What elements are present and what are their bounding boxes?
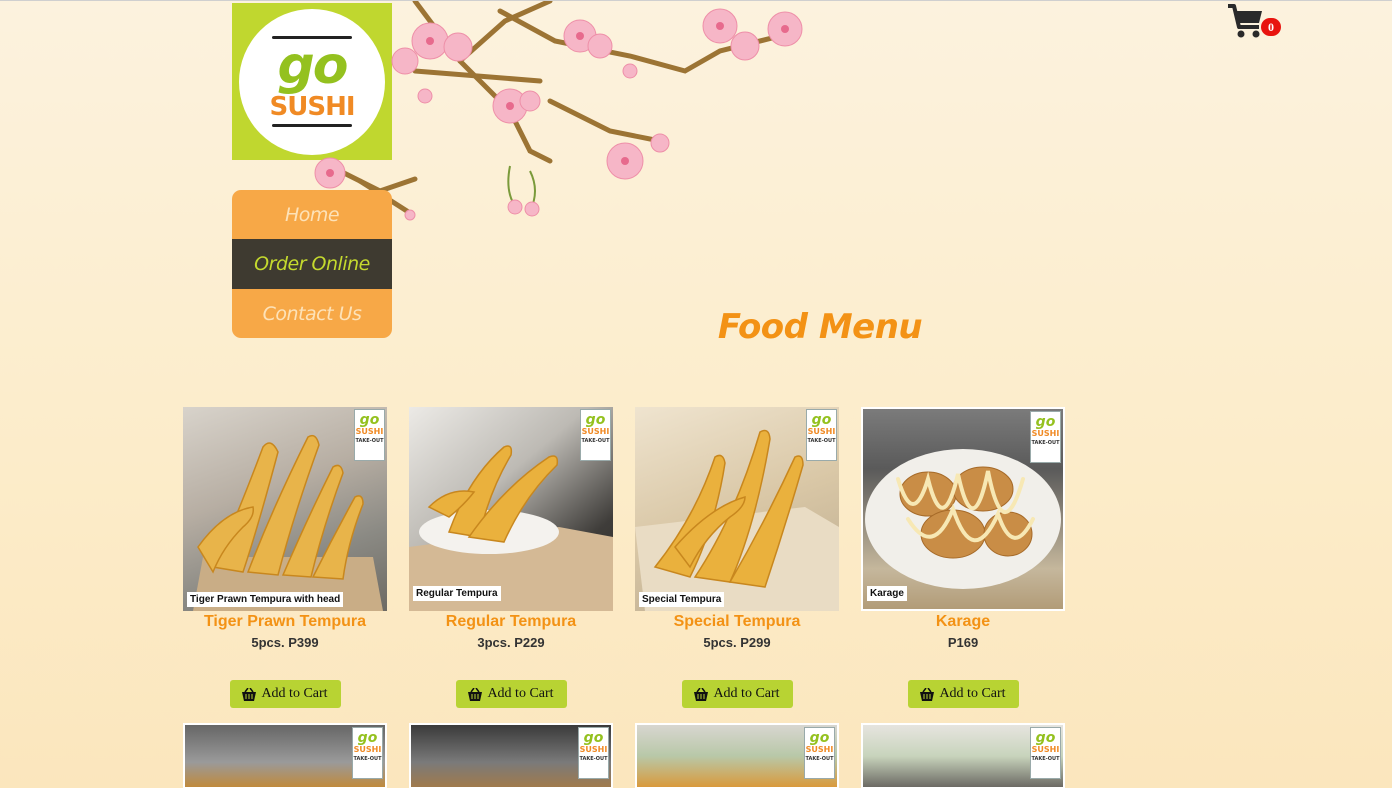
menu-card: go SUSHI TAKE-OUT Tiger Prawn Tempura wi…: [183, 407, 387, 708]
nav-home[interactable]: Home: [232, 190, 392, 239]
menu-card: go SUSHI TAKE-OUT Regular Tempura Regula…: [409, 407, 613, 708]
add-to-cart-label: Add to Cart: [261, 686, 328, 701]
image-caption: Special Tempura: [639, 592, 725, 607]
nav-contact-us[interactable]: Contact Us: [232, 289, 392, 338]
menu-card: go SUSHI TAKE-OUT: [409, 723, 613, 788]
image-caption: Regular Tempura: [413, 586, 501, 601]
food-image[interactable]: go SUSHI TAKE-OUT: [861, 723, 1065, 788]
food-image[interactable]: go SUSHI TAKE-OUT Tiger Prawn Tempura wi…: [183, 407, 387, 611]
page-title: Food Menu: [717, 307, 923, 347]
menu-card: go SUSHI TAKE-OUT Special Tempura Specia…: [635, 407, 839, 708]
add-to-cart-button[interactable]: Add to Cart: [907, 680, 1019, 708]
go-sushi-stamp: go SUSHI TAKE-OUT: [354, 409, 385, 461]
go-sushi-stamp: go SUSHI TAKE-OUT: [1030, 727, 1061, 779]
go-sushi-stamp: go SUSHI TAKE-OUT: [806, 409, 837, 461]
go-sushi-stamp: go SUSHI TAKE-OUT: [580, 409, 611, 461]
menu-card: go SUSHI TAKE-OUT: [183, 723, 387, 788]
item-name: Tiger Prawn Tempura: [203, 613, 367, 630]
basket-icon: [242, 687, 257, 701]
item-name: Karage: [935, 613, 991, 630]
basket-icon: [468, 687, 483, 701]
menu-card: go SUSHI TAKE-OUT Karage Karage P169 Add…: [861, 407, 1065, 708]
menu-card: go SUSHI TAKE-OUT: [861, 723, 1065, 788]
basket-icon: [920, 687, 935, 701]
cart-icon: [1228, 4, 1262, 38]
food-image[interactable]: go SUSHI TAKE-OUT: [183, 723, 387, 788]
item-price: P169: [947, 635, 979, 650]
image-caption: Tiger Prawn Tempura with head: [187, 592, 344, 607]
go-sushi-stamp: go SUSHI TAKE-OUT: [578, 727, 609, 779]
item-price: 3pcs. P229: [477, 635, 545, 650]
go-sushi-stamp: go SUSHI TAKE-OUT: [804, 727, 835, 779]
add-to-cart-label: Add to Cart: [713, 686, 780, 701]
food-image[interactable]: go SUSHI TAKE-OUT: [409, 723, 613, 788]
item-name: Special Tempura: [673, 613, 801, 630]
add-to-cart-label: Add to Cart: [939, 686, 1006, 701]
go-sushi-stamp: go SUSHI TAKE-OUT: [1030, 411, 1061, 463]
item-price: 5pcs. P299: [703, 635, 771, 650]
add-to-cart-button[interactable]: Add to Cart: [681, 680, 793, 708]
cart-count-badge: 0: [1261, 18, 1281, 36]
item-price: 5pcs. P399: [251, 635, 319, 650]
add-to-cart-label: Add to Cart: [487, 686, 554, 701]
menu-card: go SUSHI TAKE-OUT: [635, 723, 839, 788]
basket-icon: [694, 687, 709, 701]
nav-order-online[interactable]: Order Online: [232, 239, 392, 289]
food-image[interactable]: go SUSHI TAKE-OUT Special Tempura: [635, 407, 839, 611]
add-to-cart-button[interactable]: Add to Cart: [455, 680, 567, 708]
add-to-cart-button[interactable]: Add to Cart: [229, 680, 341, 708]
food-image[interactable]: go SUSHI TAKE-OUT: [635, 723, 839, 788]
item-name: Regular Tempura: [445, 613, 577, 630]
main-nav: Home Order Online Contact Us: [232, 190, 392, 338]
food-image[interactable]: go SUSHI TAKE-OUT Karage: [861, 407, 1065, 611]
image-caption: Karage: [867, 586, 907, 601]
go-sushi-stamp: go SUSHI TAKE-OUT: [352, 727, 383, 779]
cart-button[interactable]: 0: [1227, 3, 1287, 43]
food-image[interactable]: go SUSHI TAKE-OUT Regular Tempura: [409, 407, 613, 611]
